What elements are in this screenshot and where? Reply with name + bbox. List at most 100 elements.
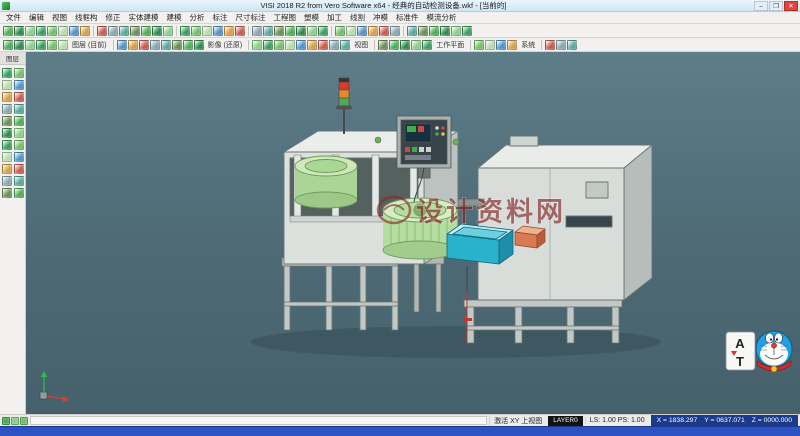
view-left-icon[interactable] — [318, 40, 328, 50]
revolve-icon[interactable] — [128, 40, 138, 50]
snap-icon[interactable] — [440, 26, 450, 36]
circle-icon[interactable] — [36, 40, 46, 50]
hole-icon[interactable] — [150, 40, 160, 50]
maximize-button[interactable]: ❐ — [769, 1, 783, 11]
measure-angle-icon[interactable] — [14, 128, 24, 138]
workplane-xy-icon[interactable] — [378, 40, 388, 50]
select-icon[interactable] — [180, 26, 190, 36]
pan-icon[interactable] — [285, 26, 295, 36]
annotation-icon[interactable] — [2, 417, 10, 425]
calculator-icon[interactable] — [496, 40, 506, 50]
select-color-icon[interactable] — [213, 26, 223, 36]
view-front-icon[interactable] — [263, 40, 273, 50]
snap-toggle-icon[interactable] — [11, 417, 19, 425]
new-file-icon[interactable] — [3, 26, 13, 36]
plot-icon[interactable] — [80, 26, 90, 36]
wireframe-mode-icon[interactable] — [2, 80, 12, 90]
view-iso-icon[interactable] — [285, 40, 295, 50]
delete-icon[interactable] — [152, 26, 162, 36]
chamfer-tool-icon[interactable] — [172, 40, 182, 50]
mass-properties-icon[interactable] — [2, 140, 12, 150]
workplane-icon[interactable] — [418, 26, 428, 36]
workplane-3pt-icon[interactable] — [411, 40, 421, 50]
cut-icon[interactable] — [119, 26, 129, 36]
menu-item-4[interactable]: 线框构 — [71, 12, 102, 23]
export-icon[interactable] — [69, 26, 79, 36]
attributes-icon[interactable] — [462, 26, 472, 36]
menu-item-15[interactable]: 冲模 — [369, 12, 392, 23]
wireframe-view-icon[interactable] — [346, 26, 356, 36]
view-rotate-icon[interactable] — [329, 40, 339, 50]
shaded-mode-icon[interactable] — [14, 80, 24, 90]
menu-item-5[interactable]: 修正 — [102, 12, 125, 23]
system-settings-icon[interactable] — [474, 40, 484, 50]
print-icon[interactable] — [36, 26, 46, 36]
menu-item-12[interactable]: 塑模 — [300, 12, 323, 23]
color-picker-icon[interactable] — [2, 152, 12, 162]
import-icon[interactable] — [58, 26, 68, 36]
view-top-icon[interactable] — [252, 40, 262, 50]
minimize-button[interactable]: – — [754, 1, 768, 11]
fillet-tool-icon[interactable] — [161, 40, 171, 50]
search-tool-icon[interactable] — [567, 40, 577, 50]
macro-icon[interactable] — [507, 40, 517, 50]
text-tool-icon[interactable] — [58, 40, 68, 50]
ungroup-entities-icon[interactable] — [14, 164, 24, 174]
rotate-view-icon[interactable] — [296, 26, 306, 36]
unlock-entity-icon[interactable] — [14, 176, 24, 186]
sidebar-tab-layers[interactable]: 图层 — [0, 52, 25, 65]
menu-item-16[interactable]: 标准件 — [392, 12, 423, 23]
active-workplane-label[interactable]: 激活 XY 上视图 — [489, 416, 546, 426]
entity-info-icon[interactable] — [14, 140, 24, 150]
menu-item-9[interactable]: 标注 — [209, 12, 232, 23]
shadow-icon[interactable] — [390, 26, 400, 36]
menu-item-8[interactable]: 分析 — [186, 12, 209, 23]
copy-icon[interactable] — [130, 26, 140, 36]
view-side-icon[interactable] — [274, 40, 284, 50]
lock-entity-icon[interactable] — [2, 176, 12, 186]
view-bottom-icon[interactable] — [307, 40, 317, 50]
menu-item-14[interactable]: 线割 — [346, 12, 369, 23]
zoom-all-icon[interactable] — [252, 26, 262, 36]
dynamic-view-icon[interactable] — [307, 26, 317, 36]
perspective-icon[interactable] — [368, 26, 378, 36]
print-preview-icon[interactable] — [47, 26, 57, 36]
menu-item-7[interactable]: 建模 — [163, 12, 186, 23]
menu-item-10[interactable]: 尺寸标注 — [232, 12, 270, 23]
hidden-line-icon[interactable] — [357, 26, 367, 36]
select-filter-icon[interactable] — [2, 68, 12, 78]
refresh-view-icon[interactable] — [2, 188, 12, 198]
menu-item-6[interactable]: 实体建模 — [125, 12, 163, 23]
deselect-icon[interactable] — [235, 26, 245, 36]
render-icon[interactable] — [379, 26, 389, 36]
menu-item-17[interactable]: 模流分析 — [423, 12, 461, 23]
grid-toggle-icon[interactable] — [20, 417, 28, 425]
boolean-icon[interactable] — [194, 40, 204, 50]
extrude-icon[interactable] — [117, 40, 127, 50]
menu-item-1[interactable]: 文件 — [2, 12, 25, 23]
command-prompt-bar[interactable] — [0, 426, 800, 436]
zoom-window-icon[interactable] — [263, 26, 273, 36]
layer-manager-icon[interactable] — [407, 26, 417, 36]
menu-item-13[interactable]: 加工 — [323, 12, 346, 23]
transparency-icon[interactable] — [14, 104, 24, 114]
workplane-yz-icon[interactable] — [400, 40, 410, 50]
menu-item-2[interactable]: 编辑 — [25, 12, 48, 23]
group-entities-icon[interactable] — [2, 164, 12, 174]
view-settings-icon[interactable] — [14, 188, 24, 198]
shell-icon[interactable] — [183, 40, 193, 50]
measure-distance-icon[interactable] — [2, 128, 12, 138]
help-tool-icon[interactable] — [545, 40, 555, 50]
redraw-icon[interactable] — [318, 26, 328, 36]
arc-icon[interactable] — [25, 40, 35, 50]
view-back-icon[interactable] — [296, 40, 306, 50]
paste-icon[interactable] — [141, 26, 151, 36]
zoom-previous-icon[interactable] — [274, 26, 284, 36]
shaded-view-icon[interactable] — [335, 26, 345, 36]
section-view-icon[interactable] — [2, 116, 12, 126]
workplane-xz-icon[interactable] — [389, 40, 399, 50]
select-chain-icon[interactable] — [202, 26, 212, 36]
hide-entity-icon[interactable] — [2, 92, 12, 102]
sweep-icon[interactable] — [139, 40, 149, 50]
linetype-icon[interactable] — [14, 152, 24, 162]
